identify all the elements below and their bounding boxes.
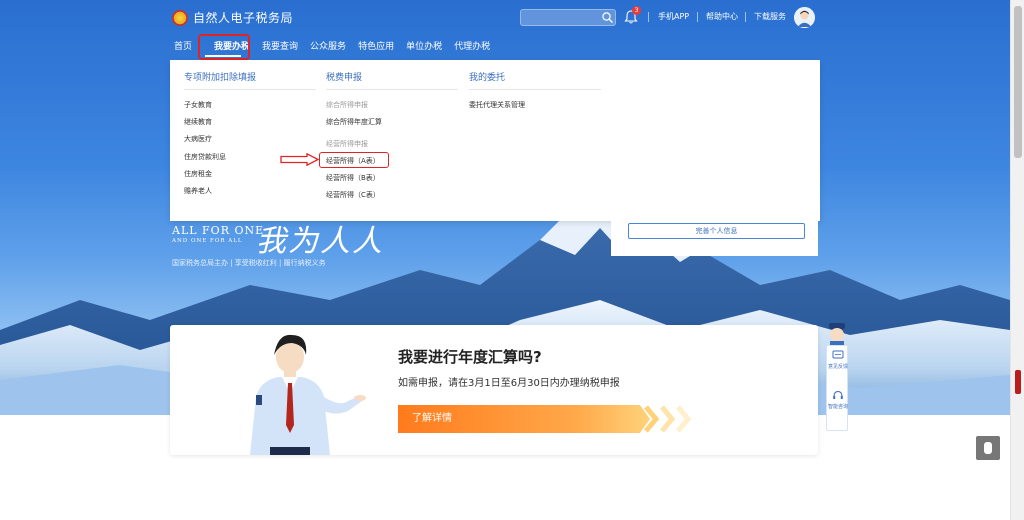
mobile-app-link[interactable]: 手机APP — [658, 11, 689, 22]
col-title-special-deduction: 专项附加扣除填报 — [184, 70, 316, 90]
menu-housing-loan-interest[interactable]: 住房贷款利息 — [184, 152, 226, 162]
service-label[interactable]: 智能咨询 — [827, 404, 849, 410]
assistant-mascot-icon — [829, 323, 845, 346]
back-to-top-icon — [984, 442, 992, 454]
user-avatar-icon — [794, 7, 815, 28]
page-scrollbar[interactable] — [1010, 0, 1024, 520]
tax-officer-illustration — [250, 334, 366, 455]
menu-continuing-education[interactable]: 继续教育 — [184, 117, 212, 127]
menu-annual-settlement[interactable]: 综合所得年度汇算 — [326, 117, 382, 127]
top-header: 自然人电子税务局 3 手机APP 帮助中心 下载服务 — [0, 0, 1010, 36]
scroll-marker — [1015, 370, 1021, 394]
download-service-link[interactable]: 下载服务 — [754, 11, 786, 22]
col-title-tax-filing: 税费申报 — [326, 70, 458, 90]
slogan-chinese: 我为人人 — [256, 224, 384, 259]
nav-home[interactable]: 首页 — [168, 39, 198, 55]
nav-public-service[interactable]: 公众服务 — [304, 39, 352, 55]
scrollbar-thumb[interactable] — [1014, 6, 1022, 158]
menu-group-comprehensive: 综合所得申报 — [326, 101, 368, 109]
menu-housing-rent[interactable]: 住房租金 — [184, 169, 212, 179]
feedback-icon[interactable] — [832, 350, 844, 361]
nav-special-apps[interactable]: 特色应用 — [352, 39, 400, 55]
national-emblem-icon — [172, 9, 188, 26]
complete-profile-button[interactable]: 完善个人信息 — [628, 223, 805, 239]
annual-settlement-banner: 我要进行年度汇算吗? 如需申报，请在3月1日至6月30日内办理纳税申报 了解详情 — [170, 325, 818, 455]
learn-more-button[interactable]: 了解详情 — [398, 405, 650, 433]
user-avatar[interactable] — [794, 7, 815, 28]
customer-service-icon[interactable] — [832, 390, 844, 401]
menu-group-business: 经营所得申报 — [326, 140, 368, 148]
profile-card: 完善个人信息 — [611, 221, 818, 256]
slogan-line-1: ALL FOR ONE — [172, 224, 265, 237]
back-to-top-button[interactable] — [976, 436, 1000, 460]
slogan-line-2: AND ONE FOR ALL — [172, 238, 243, 244]
divider — [745, 12, 746, 22]
menu-serious-illness[interactable]: 大病医疗 — [184, 134, 212, 144]
menu-business-income-b[interactable]: 经营所得（B表） — [326, 173, 380, 183]
menu-business-income-c[interactable]: 经营所得（C表） — [326, 190, 380, 200]
menu-elderly-support[interactable]: 赡养老人 — [184, 186, 212, 196]
notification-badge: 3 — [632, 6, 641, 15]
side-menu: 意见反馈 智能咨询 — [826, 345, 848, 431]
hero-tagline: 国家税务总局主办 | 享受税收红利 | 履行纳税义务 — [172, 259, 326, 267]
nav-unit-tax[interactable]: 单位办税 — [400, 39, 448, 55]
side-floating-widget: 意见反馈 智能咨询 — [825, 322, 849, 432]
banner-subtitle: 如需申报，请在3月1日至6月30日内办理纳税申报 — [398, 378, 620, 389]
divider — [697, 12, 698, 22]
nav-agent-tax[interactable]: 代理办税 — [448, 39, 496, 55]
banner-title: 我要进行年度汇算吗? — [398, 348, 542, 366]
tax-handling-dropdown: 专项附加扣除填报 子女教育 继续教育 大病医疗 住房贷款利息 住房租金 赡养老人… — [170, 60, 820, 221]
site-logo[interactable]: 自然人电子税务局 — [172, 9, 293, 26]
chevron-right-icon — [676, 405, 692, 433]
menu-delegation-management[interactable]: 委托代理关系管理 — [469, 100, 525, 110]
menu-child-education[interactable]: 子女教育 — [184, 100, 212, 110]
slogan-english: ALL FOR ONE AND ONE FOR ALL — [172, 224, 264, 244]
col-title-my-delegation: 我的委托 — [469, 70, 601, 90]
page: 自然人电子税务局 3 手机APP 帮助中心 下载服务 首页 我要办税 我要查询 … — [0, 0, 1024, 520]
site-title: 自然人电子税务局 — [193, 11, 294, 25]
annotation-highlight-box — [319, 152, 389, 168]
help-center-link[interactable]: 帮助中心 — [706, 11, 738, 22]
annotation-arrow-icon — [280, 153, 320, 166]
search-icon[interactable] — [601, 11, 614, 24]
divider — [648, 12, 649, 22]
nav-query[interactable]: 我要查询 — [256, 39, 304, 55]
nav-highlight-box — [198, 34, 250, 60]
feedback-label[interactable]: 意见反馈 — [827, 364, 849, 370]
